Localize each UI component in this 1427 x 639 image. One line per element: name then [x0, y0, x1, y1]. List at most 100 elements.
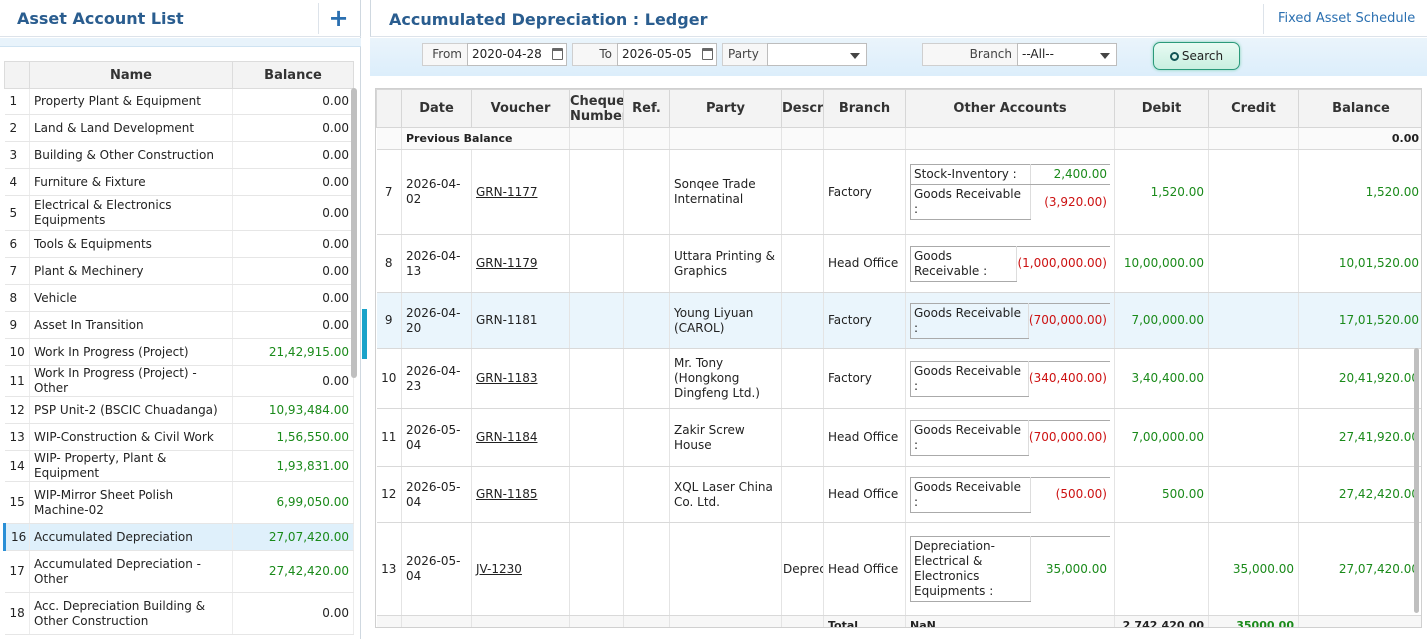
ledger-row[interactable]: 10 2026-04-23 GRN-1183 Mr. Tony (Hongkong D…: [376, 348, 1421, 409]
name-column-header[interactable]: Name: [29, 61, 233, 89]
balance-column-header[interactable]: Balance: [1298, 89, 1421, 128]
voucher-link[interactable]: GRN-1183: [476, 371, 537, 385]
account-row[interactable]: 13 WIP-Construction & Civil Work 1,56,550.…: [4, 423, 354, 451]
account-name[interactable]: Property Plant & Equipment: [29, 88, 233, 115]
row-number: 11: [4, 365, 30, 397]
calendar-icon[interactable]: [702, 48, 713, 60]
calendar-icon[interactable]: [552, 48, 563, 60]
branch-name: Factory: [823, 292, 906, 349]
account-name[interactable]: Work In Progress (Project): [29, 338, 233, 366]
description-column-header[interactable]: Description: [781, 89, 824, 128]
account-balance: 27,42,420.00: [232, 550, 354, 593]
balance-column-header[interactable]: Balance: [232, 61, 354, 89]
ledger-scrollbar[interactable]: [1414, 348, 1419, 613]
left-scrollbar[interactable]: [351, 88, 357, 378]
ref-cell: [623, 234, 670, 293]
voucher-link[interactable]: GRN-1181: [476, 313, 537, 327]
row-number: 12: [4, 396, 30, 424]
voucher-link[interactable]: GRN-1177: [476, 185, 537, 199]
from-date-value: 2020-04-28: [472, 47, 542, 61]
account-row[interactable]: 12 PSP Unit-2 (BSCIC Chuadanga) 10,93,484.…: [4, 396, 354, 424]
account-row[interactable]: 10 Work In Progress (Project) 21,42,915.00: [4, 338, 354, 366]
account-name[interactable]: Electrical & Electronics Equipments: [29, 195, 233, 231]
account-name[interactable]: Land & Land Development: [29, 114, 233, 142]
account-row[interactable]: 7 Plant & Mechinery 0.00: [4, 257, 354, 285]
ledger-row[interactable]: 12 2026-05-04 GRN-1185 XQL Laser China Co. …: [376, 466, 1421, 523]
account-name[interactable]: Furniture & Fixture: [29, 168, 233, 196]
account-name[interactable]: WIP-Construction & Civil Work: [29, 423, 233, 451]
account-name[interactable]: Building & Other Construction: [29, 141, 233, 169]
search-button[interactable]: Search: [1153, 42, 1240, 70]
branch-column-header[interactable]: Branch: [823, 89, 906, 128]
debit-column-header[interactable]: Debit: [1114, 89, 1209, 128]
ledger-row[interactable]: 11 2026-05-04 GRN-1184 Zakir Screw House Hea…: [376, 408, 1421, 467]
account-row[interactable]: 17 Accumulated Depreciation - Other 27,42,…: [4, 550, 354, 593]
account-row[interactable]: 16 Accumulated Depreciation 27,07,420.00: [3, 523, 354, 551]
other-account-name: Goods Receivable :: [910, 476, 1031, 513]
account-row[interactable]: 3 Building & Other Construction 0.00: [4, 141, 354, 169]
ledger-row[interactable]: 9 2026-04-20 GRN-1181 Young Liyuan (CAROL) F…: [376, 292, 1421, 349]
other-accounts-cell: Goods Receivable : (1,000,000.00): [905, 234, 1115, 293]
ledger-row[interactable]: 7 2026-04-02 GRN-1177 Sonqee Trade Internat…: [376, 149, 1421, 235]
branch-select[interactable]: --All--: [1017, 43, 1117, 66]
account-balance: 0.00: [232, 168, 354, 196]
other-account-amount: (340,400.00): [1028, 360, 1110, 396]
to-date-input[interactable]: 2026-05-05: [617, 43, 717, 66]
account-name[interactable]: Accumulated Depreciation - Other: [29, 550, 233, 593]
account-row[interactable]: 14 WIP- Property, Plant & Equipment 1,93,8…: [4, 450, 354, 482]
voucher-link[interactable]: GRN-1179: [476, 256, 537, 270]
account-row[interactable]: 11 Work In Progress (Project) -Other 0.00: [4, 365, 354, 397]
party-column-header[interactable]: Party: [669, 89, 782, 128]
account-name[interactable]: Acc. Depreciation Building & Other Const…: [29, 592, 233, 635]
account-name[interactable]: Vehicle: [29, 284, 233, 312]
account-row[interactable]: 9 Asset In Transition 0.00: [4, 311, 354, 339]
account-row[interactable]: 18 Acc. Depreciation Building & Other Con…: [4, 592, 354, 635]
account-balance: 10,93,484.00: [232, 396, 354, 424]
account-balance: 6,99,050.00: [232, 481, 354, 524]
account-name[interactable]: Accumulated Depreciation: [29, 523, 233, 551]
account-name[interactable]: WIP- Property, Plant & Equipment: [29, 450, 233, 482]
row-number: 4: [4, 168, 30, 196]
other-account-name: Stock-Inventory :: [910, 164, 1031, 185]
account-name[interactable]: WIP-Mirror Sheet Polish Machine-02: [29, 481, 233, 524]
party-select[interactable]: [767, 43, 867, 66]
account-name[interactable]: Asset In Transition: [29, 311, 233, 339]
account-row[interactable]: 8 Vehicle 0.00: [4, 284, 354, 312]
row-number: 18: [4, 592, 30, 635]
credit-column-header[interactable]: Credit: [1208, 89, 1299, 128]
party-name: Young Liyuan (CAROL): [669, 292, 782, 349]
cheque-number-column-header[interactable]: Cheque Number: [569, 89, 624, 128]
ref-column-header[interactable]: Ref.: [623, 89, 670, 128]
from-date-input[interactable]: 2020-04-28: [467, 43, 567, 66]
account-row[interactable]: 6 Tools & Equipments 0.00: [4, 230, 354, 258]
account-name[interactable]: Work In Progress (Project) -Other: [29, 365, 233, 397]
ledger-row[interactable]: 132026-05-04 JV-1230 DepreciationHead Offi…: [376, 522, 1421, 616]
account-row[interactable]: 15 WIP-Mirror Sheet Polish Machine-02 6,99…: [4, 481, 354, 524]
account-name[interactable]: Tools & Equipments: [29, 230, 233, 258]
account-row[interactable]: 5 Electrical & Electronics Equipments 0.00: [4, 195, 354, 231]
from-label: From: [422, 43, 468, 66]
entry-date: 2026-05-04: [401, 522, 472, 616]
other-accounts-column-header[interactable]: Other Accounts: [905, 89, 1115, 128]
account-row[interactable]: 1 Property Plant & Equipment 0.00: [4, 88, 354, 115]
voucher-link[interactable]: GRN-1185: [476, 487, 537, 501]
fixed-asset-schedule-link[interactable]: Fixed Asset Schedule: [1263, 4, 1423, 34]
row-number: 8: [376, 234, 402, 293]
account-name[interactable]: Plant & Mechinery: [29, 257, 233, 285]
ref-cell: [623, 149, 670, 235]
description-cell: [781, 234, 824, 293]
panel-resize-handle[interactable]: [362, 309, 367, 359]
account-name[interactable]: PSP Unit-2 (BSCIC Chuadanga): [29, 396, 233, 424]
account-row[interactable]: 2 Land & Land Development 0.00: [4, 114, 354, 142]
account-row[interactable]: 4 Furniture & Fixture 0.00: [4, 168, 354, 196]
account-balance: 0.00: [232, 257, 354, 285]
entry-date: 2026-04-20: [401, 292, 472, 349]
debit-amount: 10,00,000.00: [1114, 234, 1209, 293]
add-account-icon[interactable]: +: [318, 3, 358, 34]
date-column-header[interactable]: Date: [401, 89, 472, 128]
total-label: Total: [823, 615, 906, 627]
voucher-column-header[interactable]: Voucher: [471, 89, 570, 128]
voucher-link[interactable]: JV-1230: [476, 562, 522, 576]
ledger-row[interactable]: 8 2026-04-13 GRN-1179 Uttara Printing & Gra…: [376, 234, 1421, 293]
voucher-link[interactable]: GRN-1184: [476, 430, 537, 444]
